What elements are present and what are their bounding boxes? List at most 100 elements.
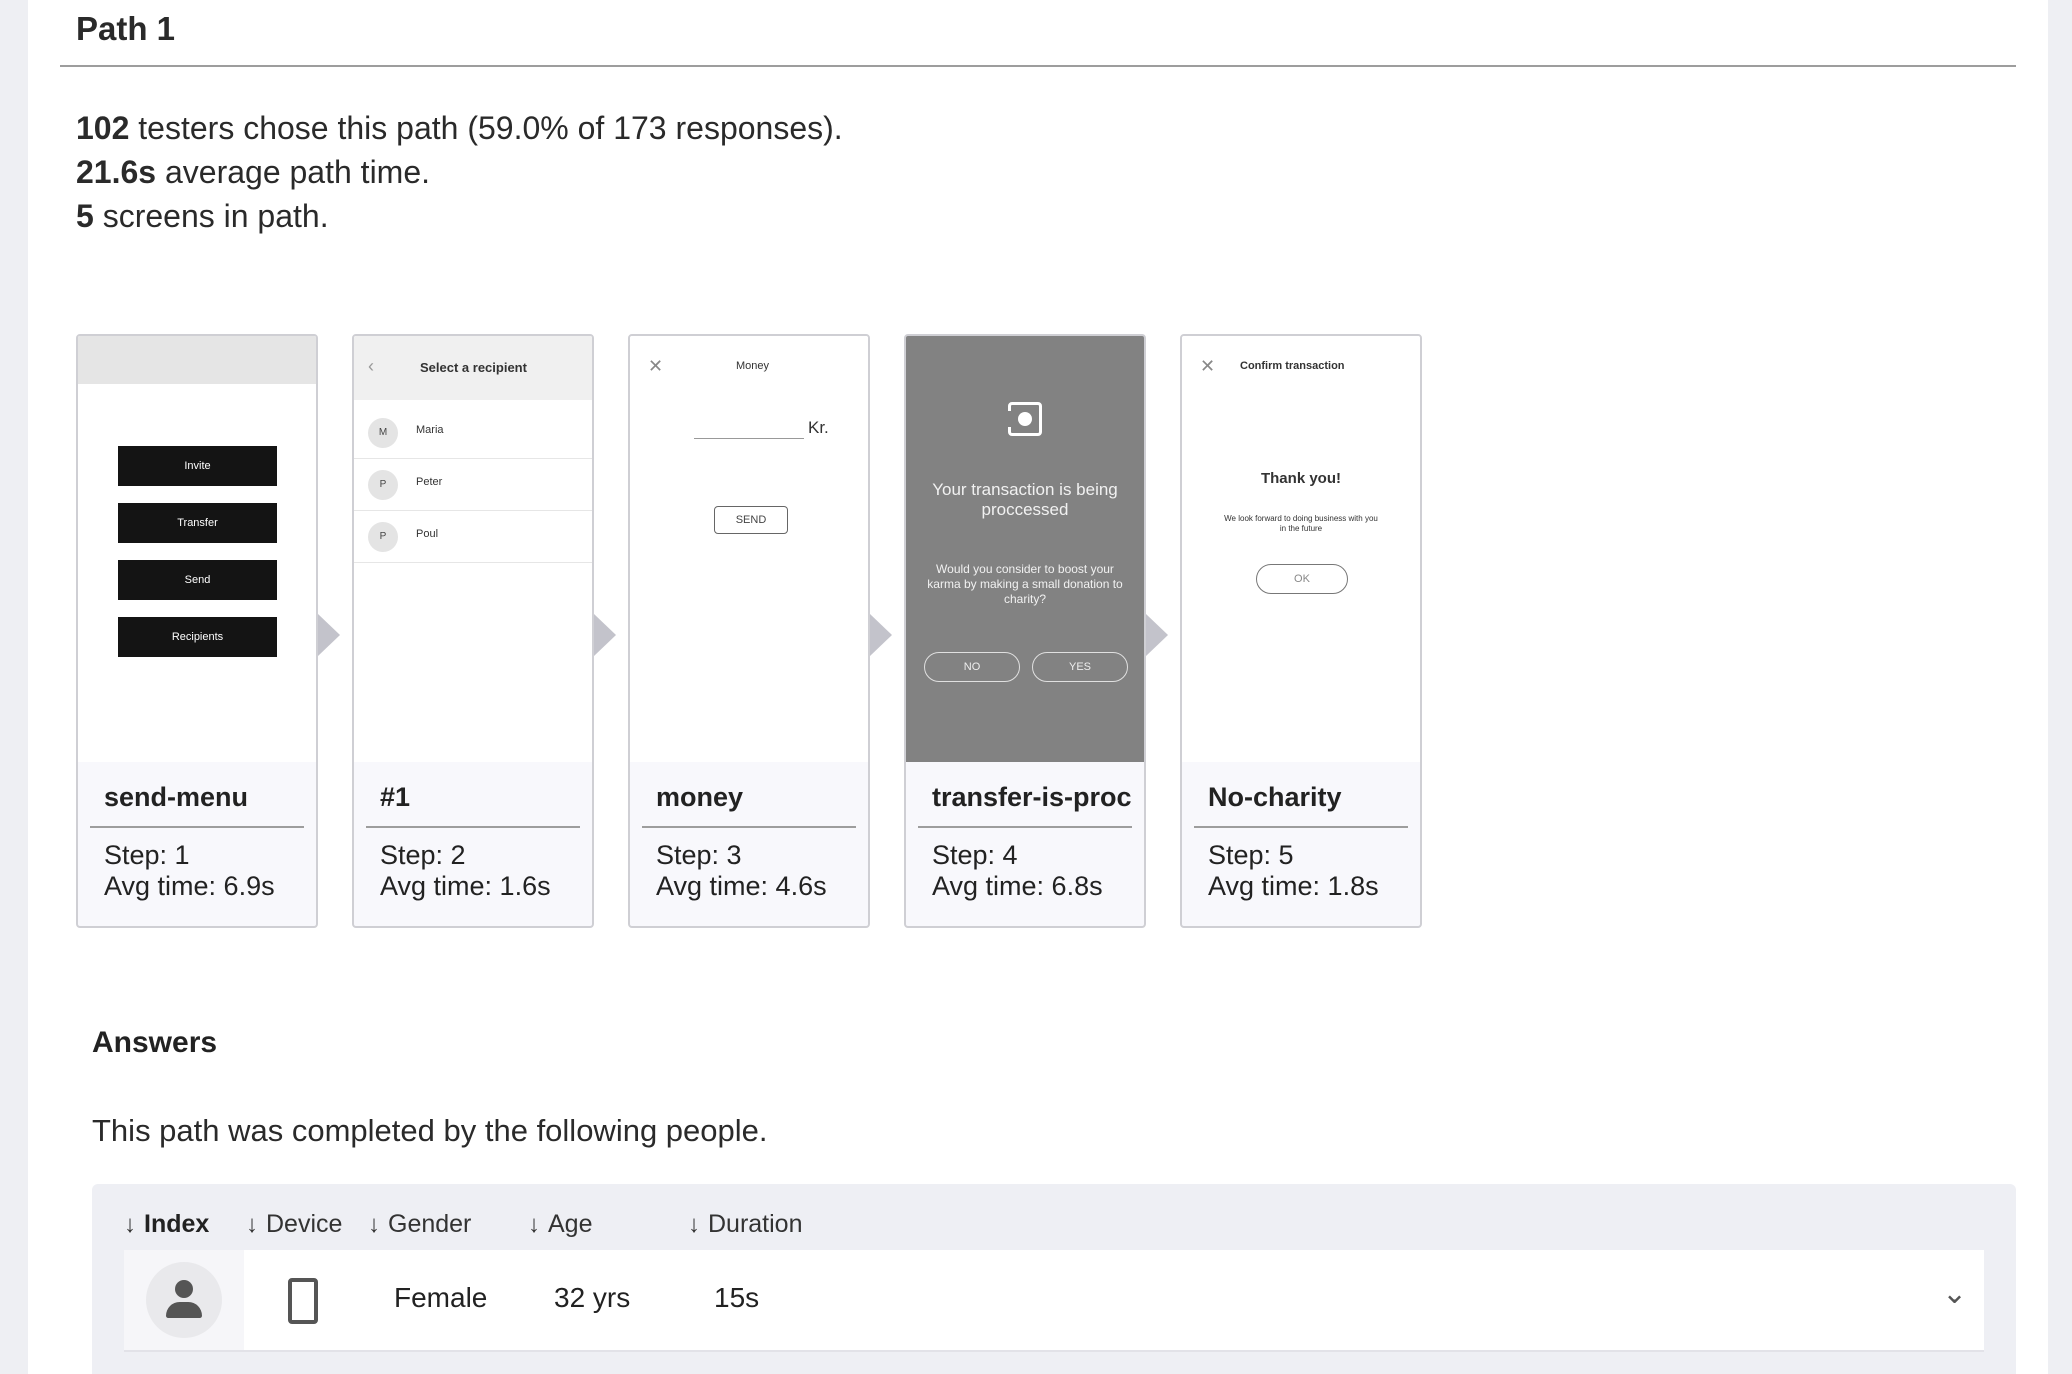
screen-name: transfer-is-proc	[932, 782, 1132, 812]
column-label: Device	[266, 1210, 343, 1238]
column-header-gender[interactable]: ↓ Gender	[368, 1210, 471, 1239]
screen-meta: Step: 5 Avg time: 1.8s	[1208, 840, 1379, 902]
screen-name: send-menu	[104, 782, 249, 812]
thumb-question: Would you consider to boost your karma b…	[927, 562, 1123, 606]
column-label: Duration	[708, 1210, 803, 1238]
thumb-recipient-row: M Maria	[354, 406, 592, 459]
thumb-ok-button: OK	[1256, 564, 1348, 594]
duration-cell: 15s	[714, 1282, 760, 1313]
screen-step: Step: 3	[656, 840, 742, 870]
thumb-amount-underline	[694, 438, 804, 439]
step-arrow-icon	[1146, 614, 1168, 656]
screen-avg-time: Avg time: 4.6s	[656, 871, 827, 901]
page: Path 1 102 testers chose this path (59.0…	[28, 0, 2048, 1374]
thumb-recipients-button: Recipients	[118, 617, 277, 657]
path-stats: 102 testers chose this path (59.0% of 17…	[76, 106, 843, 238]
stat-screens: 5 screens in path.	[76, 194, 843, 238]
step-arrow-icon	[594, 614, 616, 656]
screen-avg-time: Avg time: 1.8s	[1208, 871, 1379, 901]
thumb-recipient-name: Peter	[416, 476, 443, 488]
screen-meta: Step: 3 Avg time: 4.6s	[656, 840, 827, 902]
screen-step: Step: 5	[1208, 840, 1294, 870]
screen-thumbnail: ‹ Select a recipient M Maria P Peter P P…	[354, 336, 592, 762]
thumb-no-button: NO	[924, 652, 1020, 682]
card-divider	[918, 826, 1132, 828]
thumb-recipient-row: P Poul	[354, 510, 592, 563]
screen-meta: Step: 2 Avg time: 1.6s	[380, 840, 551, 902]
processing-icon	[1008, 402, 1042, 436]
arrow-down-icon: ↓	[124, 1211, 136, 1238]
arrow-down-icon: ↓	[688, 1211, 700, 1238]
step-arrow-icon	[318, 614, 340, 656]
column-header-device[interactable]: ↓ Device	[246, 1210, 342, 1239]
stat-testers: 102 testers chose this path (59.0% of 17…	[76, 106, 843, 150]
screen-name: #1	[380, 782, 411, 812]
thumb-send-button: Send	[118, 560, 277, 600]
screen-meta: Step: 1 Avg time: 6.9s	[104, 840, 275, 902]
card-divider	[1194, 826, 1408, 828]
thumb-topbar	[78, 336, 316, 384]
thumb-currency: Kr.	[808, 418, 829, 437]
avg-time-text: average path time.	[156, 154, 431, 190]
screen-step: Step: 2	[380, 840, 466, 870]
column-label: Index	[144, 1210, 210, 1238]
table-row[interactable]: Female 32 yrs 15s ⌄	[124, 1250, 1984, 1352]
close-icon: ✕	[648, 356, 664, 376]
column-label: Age	[548, 1210, 593, 1238]
screen-step: Step: 1	[104, 840, 190, 870]
arrow-down-icon: ↓	[368, 1211, 380, 1238]
close-icon: ✕	[1200, 356, 1216, 376]
card-divider	[642, 826, 856, 828]
thumb-thanks: Thank you!	[1260, 470, 1341, 487]
thumb-recipient-avatar: M	[368, 418, 398, 448]
chevron-left-icon: ‹	[368, 356, 374, 376]
testers-count: 102	[76, 110, 130, 146]
person-icon-body	[166, 1302, 202, 1318]
screen-meta: Step: 4 Avg time: 6.8s	[932, 840, 1103, 902]
thumb-recipient-avatar: P	[368, 522, 398, 552]
thumb-recipient-name: Poul	[416, 528, 439, 540]
thumb-headline: Your transaction is being proccessed	[932, 480, 1118, 519]
screen-name: No-charity	[1208, 782, 1342, 812]
person-icon	[146, 1262, 222, 1338]
divider	[60, 65, 2016, 67]
path-screens: Invite Transfer Send Recipients send-men…	[76, 334, 1516, 930]
index-cell	[124, 1250, 244, 1350]
column-header-duration[interactable]: ↓ Duration	[688, 1210, 803, 1239]
thumb-invite-button: Invite	[118, 446, 277, 486]
avg-time-value: 21.6s	[76, 154, 157, 190]
thumb-transfer-button: Transfer	[118, 503, 277, 543]
step-arrow-icon	[870, 614, 892, 656]
answers-description: This path was completed by the following…	[92, 1113, 768, 1148]
answers-table: ↓ Index ↓ Device ↓ Gender ↓ Age ↓ Duration Fe…	[92, 1184, 2016, 1374]
screen-card-transfer-is-proc[interactable]: Your transaction is being proccessed Wou…	[904, 334, 1146, 928]
testers-text: testers chose this path (59.0% of 173 re…	[129, 110, 843, 146]
thumb-recipient-avatar: P	[368, 470, 398, 500]
arrow-down-icon: ↓	[528, 1211, 540, 1238]
card-divider	[90, 826, 304, 828]
age-cell: 32 yrs	[554, 1282, 631, 1313]
screen-card-1[interactable]: ‹ Select a recipient M Maria P Peter P P…	[352, 334, 594, 928]
screen-name: money	[656, 782, 744, 812]
stat-avg-time: 21.6s average path time.	[76, 150, 843, 194]
screen-thumbnail: Invite Transfer Send Recipients	[78, 336, 316, 762]
thumb-recipient-name: Maria	[416, 424, 444, 436]
screen-card-send-menu[interactable]: Invite Transfer Send Recipients send-men…	[76, 334, 318, 928]
screen-thumbnail: ✕ Money Kr. SEND	[630, 336, 868, 762]
screen-avg-time: Avg time: 6.9s	[104, 871, 275, 901]
column-header-age[interactable]: ↓ Age	[528, 1210, 592, 1239]
thumb-send-button: SEND	[714, 506, 788, 534]
person-icon-head	[175, 1280, 193, 1298]
screens-count: 5	[76, 198, 94, 234]
column-header-index[interactable]: ↓ Index	[124, 1210, 209, 1239]
screen-thumbnail: Your transaction is being proccessed Wou…	[906, 336, 1144, 762]
thumb-title: Money	[736, 360, 770, 372]
screen-card-money[interactable]: ✕ Money Kr. SEND money Step: 3 Avg time:…	[628, 334, 870, 928]
screen-card-no-charity[interactable]: ✕ Confirm transaction Thank you! We look…	[1180, 334, 1422, 928]
answers-title: Answers	[92, 1026, 218, 1059]
path-title: Path 1	[76, 10, 176, 47]
thumb-message: We look forward to doing business with y…	[1224, 514, 1378, 533]
chevron-down-icon[interactable]: ⌄	[1942, 1276, 1967, 1311]
screen-avg-time: Avg time: 6.8s	[932, 871, 1103, 901]
thumb-recipient-row: P Peter	[354, 458, 592, 511]
